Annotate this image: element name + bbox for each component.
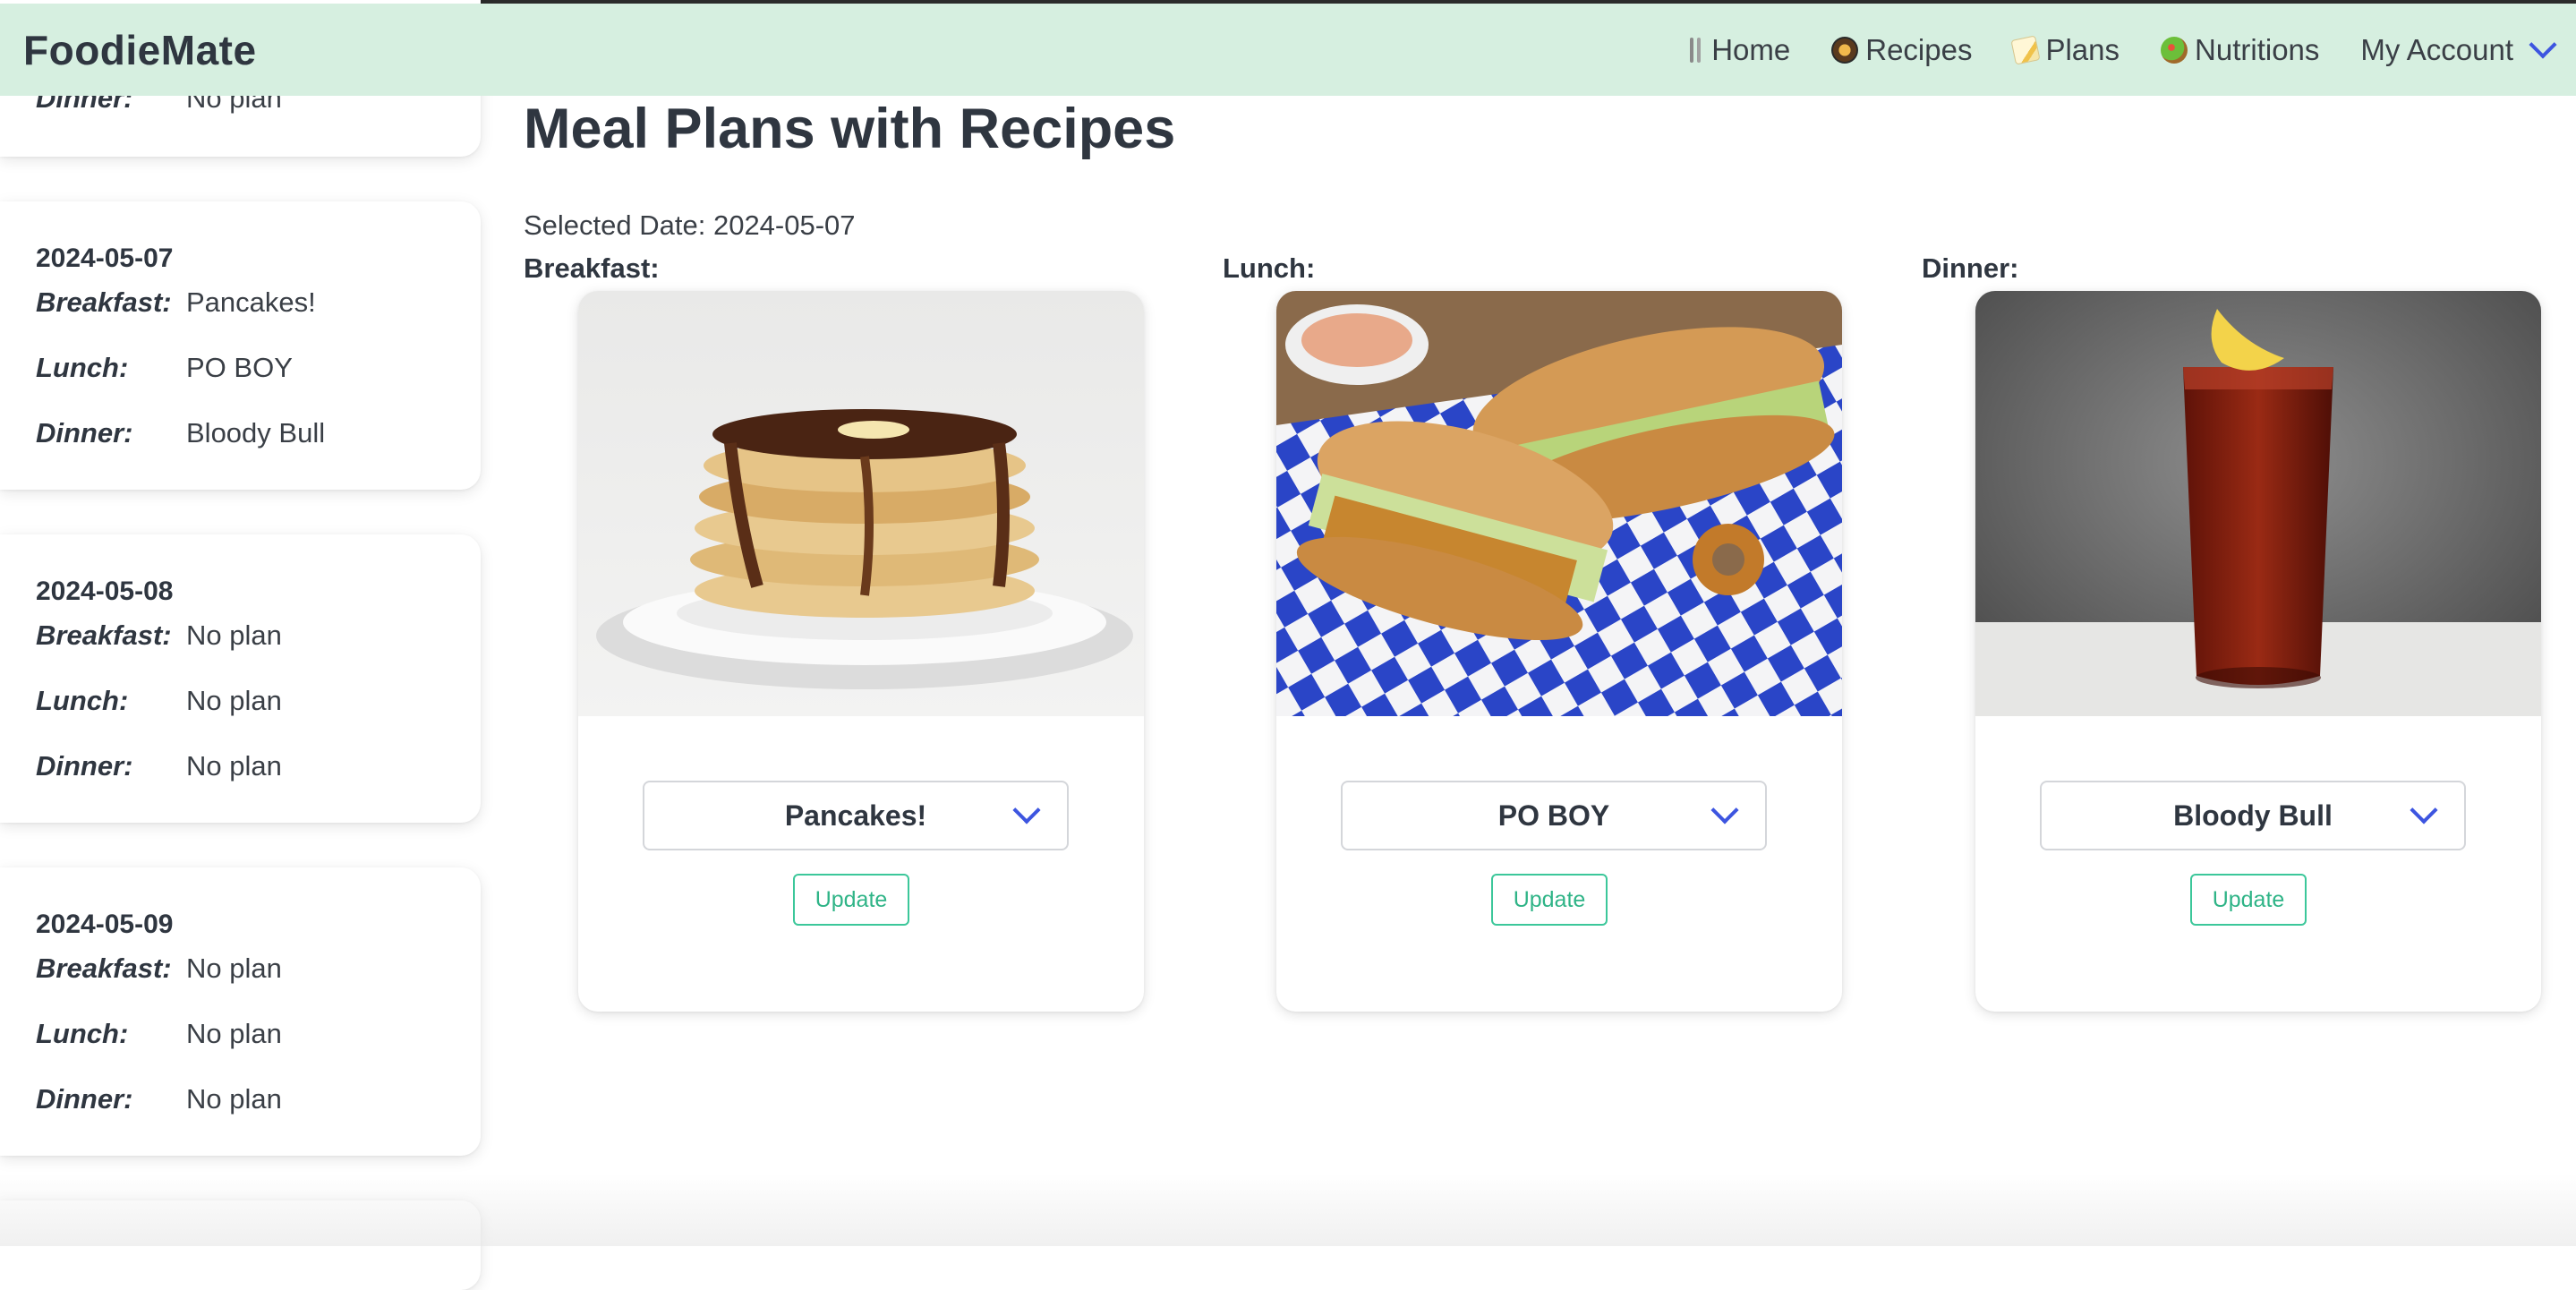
day-card[interactable]: 2024-05-08 Breakfast: No plan Lunch: No …	[0, 534, 481, 823]
breakfast-row: Breakfast: Pancakes!	[36, 286, 316, 319]
meal-card-lunch: PO BOY Update	[1276, 291, 1842, 1012]
meal-label: Lunch:	[36, 352, 129, 383]
meal-value: No plan	[186, 1018, 282, 1049]
chevron-down-icon	[2410, 796, 2438, 824]
lunch-recipe-select[interactable]: PO BOY	[1341, 781, 1767, 850]
day-card[interactable]: 2024-05-09 Breakfast: No plan Lunch: No …	[0, 867, 481, 1156]
meal-value: No plan	[186, 1083, 282, 1115]
account-menu[interactable]: My Account	[2360, 30, 2557, 67]
meal-label: Lunch:	[36, 685, 129, 716]
nav-item-home[interactable]: Home	[1686, 33, 1790, 67]
plan-days-sidebar: Dinner: No plan 2024-05-07 Breakfast: Pa…	[0, 0, 483, 1290]
meal-value: No plan	[186, 750, 282, 782]
breakfast-recipe-select[interactable]: Pancakes!	[643, 781, 1069, 850]
select-value: Bloody Bull	[2173, 799, 2333, 832]
meal-value: Pancakes!	[186, 286, 316, 318]
nav-label: Recipes	[1865, 32, 1973, 66]
dinner-row: Dinner: No plan	[36, 750, 282, 782]
pancakes-photo	[578, 291, 1144, 716]
lunch-row: Lunch: No plan	[36, 685, 282, 717]
lunch-row: Lunch: PO BOY	[36, 352, 293, 384]
nav-label: Nutritions	[2195, 32, 2320, 66]
meal-card-breakfast: Pancakes! Update	[578, 291, 1144, 1012]
nav-links: Home Recipes Plans Nutritions My Account	[1645, 30, 2557, 67]
breakfast-row: Breakfast: No plan	[36, 953, 282, 985]
day-date: 2024-05-07	[36, 243, 174, 273]
dinner-row: Dinner: Bloody Bull	[36, 417, 325, 449]
slot-label-dinner: Dinner:	[1922, 252, 2019, 284]
brand-logo[interactable]: FoodieMate	[23, 26, 257, 74]
nav-item-recipes[interactable]: Recipes	[1831, 33, 1972, 67]
meal-card-dinner: Bloody Bull Update	[1975, 291, 2541, 1012]
page-title: Meal Plans with Recipes	[524, 98, 1176, 160]
meal-value: PO BOY	[186, 352, 293, 383]
slot-label-lunch: Lunch:	[1223, 252, 1316, 284]
meal-label: Dinner:	[36, 417, 133, 449]
day-card[interactable]: 2024-05-07 Breakfast: Pancakes! Lunch: P…	[0, 201, 481, 490]
chevron-down-icon	[2529, 30, 2557, 59]
dinner-row: Dinner: No plan	[36, 1083, 282, 1115]
nav-item-nutritions[interactable]: Nutritions	[2161, 33, 2319, 67]
nav-label: Plans	[2045, 32, 2120, 66]
select-value: PO BOY	[1497, 799, 1610, 832]
meal-value: Bloody Bull	[186, 417, 326, 449]
select-value: Pancakes!	[784, 799, 927, 832]
dinner-recipe-select[interactable]: Bloody Bull	[2040, 781, 2466, 850]
scroll-shadow	[0, 1173, 2576, 1246]
breakfast-row: Breakfast: No plan	[36, 619, 282, 652]
fork-knife-icon	[1686, 37, 1704, 64]
nav-label: Home	[1711, 32, 1791, 66]
update-button[interactable]: Update	[2190, 874, 2307, 926]
nav-item-plans[interactable]: Plans	[2010, 32, 2120, 67]
day-date: 2024-05-08	[36, 577, 174, 606]
chevron-down-icon	[1012, 796, 1041, 824]
meal-label: Lunch:	[36, 1018, 129, 1049]
meal-value: No plan	[186, 953, 282, 984]
account-label: My Account	[2360, 32, 2513, 66]
top-navbar: FoodieMate Home Recipes Plans Nutritions…	[0, 4, 2576, 96]
selected-date: Selected Date: 2024-05-07	[524, 209, 856, 241]
meal-label: Breakfast:	[36, 619, 172, 651]
meal-label: Dinner:	[36, 750, 133, 782]
po-boy-photo	[1276, 291, 1842, 716]
update-button[interactable]: Update	[793, 874, 909, 926]
salad-icon	[2161, 36, 2188, 64]
bloody-bull-photo	[1975, 291, 2541, 716]
meal-label: Dinner:	[36, 1083, 133, 1115]
meal-value: No plan	[186, 685, 282, 716]
update-button[interactable]: Update	[1491, 874, 1608, 926]
slot-label-breakfast: Breakfast:	[524, 252, 660, 284]
memo-icon	[2010, 34, 2042, 65]
day-date: 2024-05-09	[36, 910, 174, 939]
lunch-row: Lunch: No plan	[36, 1018, 282, 1050]
meal-label: Breakfast:	[36, 286, 172, 318]
meal-value: No plan	[186, 619, 282, 651]
cooking-pan-icon	[1831, 36, 1859, 64]
chevron-down-icon	[1710, 796, 1739, 824]
meal-label: Breakfast:	[36, 953, 172, 984]
